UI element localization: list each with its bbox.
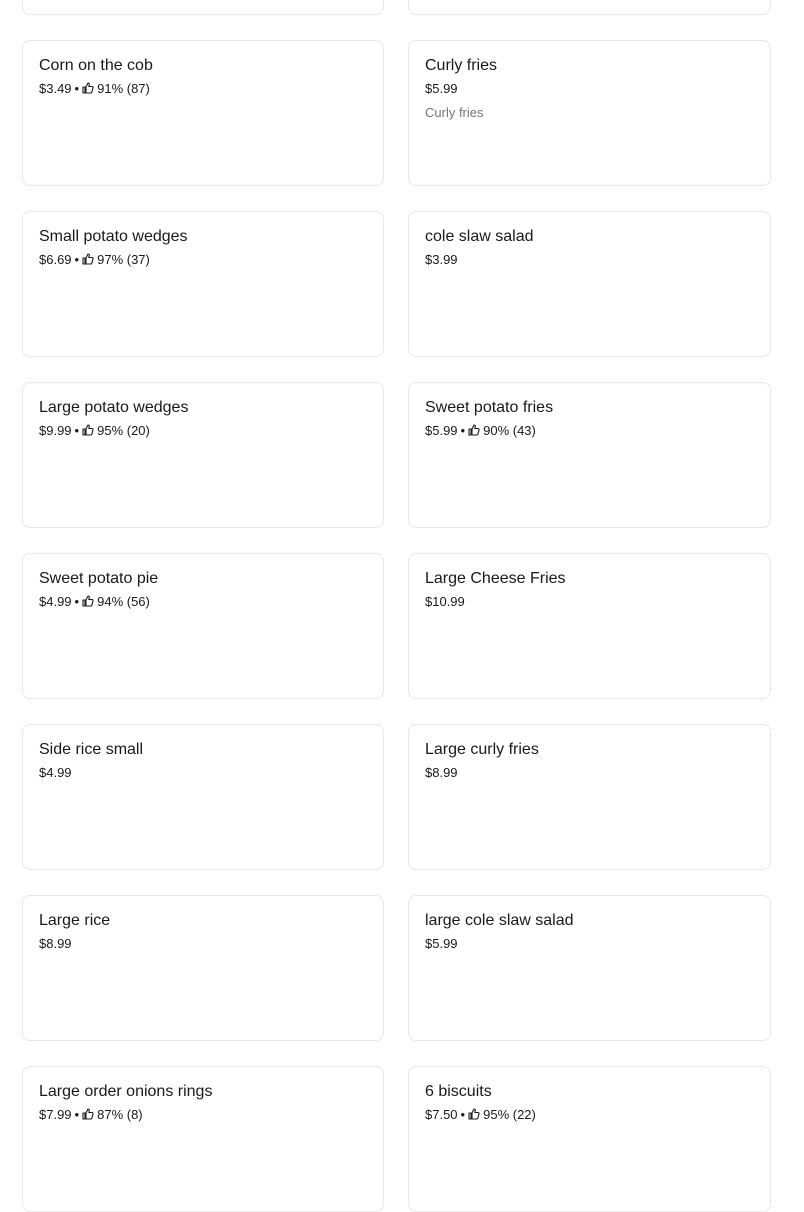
menu-item-card[interactable]: Side rice small $4.99 [22,724,384,870]
meta-separator: • [74,252,80,267]
menu-item-card[interactable]: large cole slaw salad $5.99 [408,895,771,1041]
menu-item-meta: $8.99 [39,936,367,952]
menu-item-meta: $7.99 • 87% (8) [39,1107,367,1123]
meta-separator: • [74,423,80,438]
menu-item-description: Curly fries [425,105,484,120]
menu-item-meta: $5.99 [425,936,754,952]
menu-item-meta: $3.99 [425,252,754,268]
thumbs-up-icon [468,1108,480,1120]
menu-item-grid: Corn on the cob $3.49 • 91% (87) Curly f… [22,0,771,1212]
menu-item-card[interactable]: Large Cheese Fries $10.99 [408,553,771,699]
menu-item-name: large cole slaw salad [425,912,574,929]
menu-item-price: $3.49 [39,81,72,96]
menu-item-rating: 87% (8) [97,1107,143,1122]
thumbs-up-icon [82,595,94,607]
menu-item-rating: 94% (56) [97,594,150,609]
menu-item-meta: $4.99 [39,765,367,781]
menu-item-price: $5.99 [425,81,458,96]
menu-item-price: $5.99 [425,423,458,438]
menu-item-price: $5.99 [425,936,458,951]
menu-item-price: $8.99 [39,936,72,951]
thumbs-up-icon [82,1108,94,1120]
menu-item-price: $10.99 [425,594,465,609]
menu-item-name: cole slaw salad [425,228,534,245]
menu-item-price: $9.99 [39,423,72,438]
menu-item-meta: $5.99 • 90% (43) [425,423,754,439]
menu-item-card[interactable]: Curly fries $5.99 Curly fries [408,40,771,186]
menu-item-rating: 90% (43) [483,423,536,438]
menu-item-meta: $9.99 • 95% (20) [39,423,367,439]
menu-item-name: Large curly fries [425,741,539,758]
menu-item-name: Small potato wedges [39,228,188,245]
menu-item-meta: $3.49 • 91% (87) [39,81,367,97]
menu-item-price: $8.99 [425,765,458,780]
menu-item-meta: $4.99 • 94% (56) [39,594,367,610]
menu-item-name: 6 biscuits [425,1083,492,1100]
thumbs-up-icon [82,253,94,265]
menu-item-meta: $8.99 [425,765,754,781]
menu-item-card[interactable]: Large curly fries $8.99 [408,724,771,870]
meta-separator: • [460,1107,466,1122]
menu-item-card[interactable]: Small potato wedges $6.69 • 97% (37) [22,211,384,357]
menu-item-card[interactable]: Corn on the cob $3.49 • 91% (87) [22,40,384,186]
menu-item-price: $6.69 [39,252,72,267]
thumbs-up-icon [468,424,480,436]
menu-item-card[interactable]: Sweet potato pie $4.99 • 94% (56) [22,553,384,699]
menu-item-name: Side rice small [39,741,144,758]
thumbs-up-icon [82,82,94,94]
menu-item-name: Sweet potato pie [39,570,159,587]
meta-separator: • [74,1107,80,1122]
menu-item-name: Curly fries [425,57,498,74]
menu-item-name: Sweet potato fries [425,399,554,416]
menu-item-rating: 91% (87) [97,81,150,96]
menu-item-name: Corn on the cob [39,57,153,74]
menu-item-card[interactable]: 6 biscuits $7.50 • 95% (22) [408,1066,771,1212]
menu-item-card[interactable]: Large order onions rings $7.99 • 87% (8) [22,1066,384,1212]
menu-item-card[interactable]: cole slaw salad $3.99 [408,211,771,357]
menu-item-meta: $10.99 [425,594,754,610]
menu-item-price: $4.99 [39,765,72,780]
menu-item-rating: 95% (20) [97,423,150,438]
meta-separator: • [74,81,80,96]
menu-item-name: Large rice [39,912,111,929]
meta-separator: • [74,594,80,609]
menu-item-name: Large potato wedges [39,399,189,416]
menu-item-price: $7.99 [39,1107,72,1122]
menu-item-name: Large Cheese Fries [425,570,566,587]
menu-item-meta: $6.69 • 97% (37) [39,252,367,268]
menu-item-meta: $5.99 [425,81,754,97]
menu-item-price: $7.50 [425,1107,458,1122]
menu-item-price: $4.99 [39,594,72,609]
menu-item-name: Large order onions rings [39,1083,213,1100]
menu-item-card[interactable]: Large rice $8.99 [22,895,384,1041]
menu-item-card[interactable]: Sweet potato fries $5.99 • 90% (43) [408,382,771,528]
menu-item-rating: 95% (22) [483,1107,536,1122]
menu-item-card[interactable] [22,0,384,15]
menu-item-price: $3.99 [425,252,458,267]
thumbs-up-icon [82,424,94,436]
menu-item-card[interactable] [408,0,771,15]
meta-separator: • [460,423,466,438]
menu-item-rating: 97% (37) [97,252,150,267]
menu-item-card[interactable]: Large potato wedges $9.99 • 95% (20) [22,382,384,528]
menu-item-meta: $7.50 • 95% (22) [425,1107,754,1123]
